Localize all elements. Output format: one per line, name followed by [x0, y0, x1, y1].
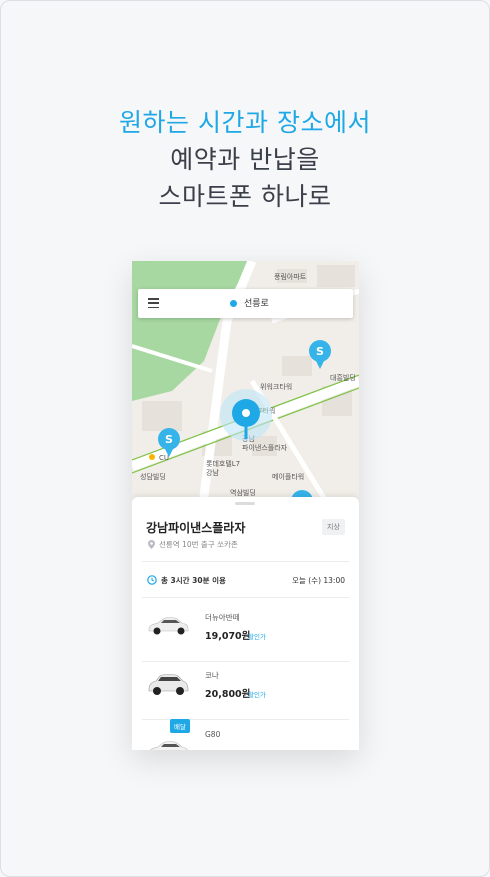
- phone-screen: 풍림아파트 위워크타워 대흥빌딩 7타워 강남 파이낸스플라자 롯데호텔L7 강…: [132, 261, 359, 750]
- car-price: 19,070원: [205, 631, 251, 642]
- current-location-marker[interactable]: [220, 389, 272, 441]
- map-label: 위워크타워: [260, 382, 292, 391]
- sedan-car-icon: [148, 617, 189, 635]
- headline: 원하는 시간과 장소에서 예약과 반납을 스마트폰 하나로: [0, 104, 490, 215]
- marker-letter: S: [165, 433, 173, 446]
- car-price: 20,800원: [205, 689, 251, 700]
- rental-date[interactable]: 오늘 (수) 13:00: [292, 575, 345, 586]
- search-text: 선릉로: [244, 299, 269, 309]
- map-label: 대흥빌딩: [330, 373, 356, 382]
- map-label: 역삼빌딩: [230, 488, 256, 497]
- pin-icon: [148, 540, 155, 549]
- sheet-handle[interactable]: [235, 502, 255, 505]
- discount-label: 할인가: [248, 633, 266, 641]
- clock-icon: [147, 575, 157, 585]
- headline-line-2: 예약과 반납을: [170, 145, 320, 174]
- place-subtitle: 선릉역 10번 출구 쏘카존: [159, 540, 238, 549]
- car-name: 더뉴아반떼: [205, 613, 240, 622]
- place-badge: 지상: [322, 519, 345, 535]
- divider: [142, 561, 349, 562]
- delivery-ribbon: 배달: [170, 719, 190, 733]
- car-name: G80: [205, 730, 221, 739]
- divider: [142, 597, 349, 598]
- suv-car-icon: [148, 674, 189, 695]
- car-list-item[interactable]: 코나 20,800원 할인가: [132, 661, 359, 719]
- map-label: 강남: [206, 468, 219, 477]
- rental-duration[interactable]: 총 3시간 30분 이용: [161, 575, 226, 586]
- car-list-item[interactable]: 더뉴아반떼 19,070원 할인가: [132, 603, 359, 661]
- car-name: 코나: [205, 671, 219, 680]
- menu-icon[interactable]: [148, 298, 159, 309]
- map-label: 파이낸스플라자: [242, 443, 288, 452]
- map-label: 성담빌딩: [140, 472, 166, 481]
- sedan-car-icon: [149, 741, 188, 750]
- location-dot-icon: [230, 300, 237, 307]
- headline-line-3: 스마트폰 하나로: [158, 182, 332, 211]
- map-label: 메이플타워: [272, 472, 304, 481]
- discount-label: 할인가: [248, 691, 266, 699]
- map-label: 롯데호텔L7: [206, 460, 240, 468]
- place-name: 강남파이낸스플라자: [146, 521, 246, 535]
- marker-letter: S: [316, 345, 324, 358]
- headline-line-1: 원하는 시간과 장소에서: [119, 108, 371, 137]
- map-label: 풍림아파트: [274, 272, 307, 281]
- car-list-item[interactable]: 배달 G80: [132, 719, 359, 750]
- bottom-sheet[interactable]: 강남파이낸스플라자 지상 선릉역 10번 출구 쏘카존 총 3시간 30분 이용…: [132, 497, 359, 750]
- search-bar[interactable]: 선릉로: [138, 289, 353, 318]
- map-label: CU: [159, 454, 169, 462]
- map-view[interactable]: 풍림아파트 위워크타워 대흥빌딩 7타워 강남 파이낸스플라자 롯데호텔L7 강…: [132, 261, 359, 511]
